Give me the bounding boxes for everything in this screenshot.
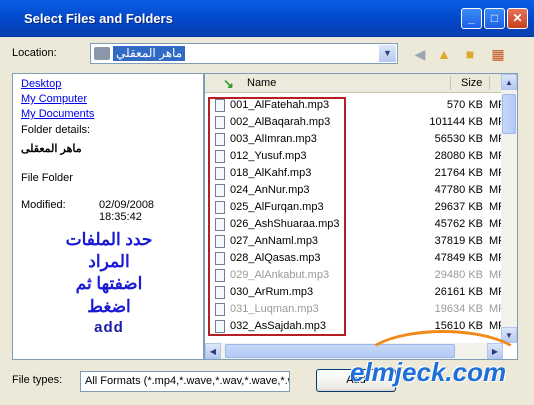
scroll-left-icon[interactable]: ◀ xyxy=(205,343,221,359)
file-size: 570 KB xyxy=(446,99,483,111)
details-modified-time: 18:35:42 xyxy=(99,211,142,223)
vertical-scrollbar[interactable]: ▲ ▼ xyxy=(501,74,517,343)
column-name[interactable]: Name xyxy=(247,77,276,89)
up-folder-icon[interactable]: ▲ xyxy=(434,44,454,64)
details-modified-label: Modified: xyxy=(21,199,66,211)
location-value: ماهر المعقلي xyxy=(113,46,186,61)
scroll-up-icon[interactable]: ▲ xyxy=(501,74,517,90)
file-size: 101144 KB xyxy=(429,116,483,128)
details-heading: Folder details: xyxy=(21,124,91,136)
chevron-down-icon[interactable]: ▼ xyxy=(379,45,396,62)
minimize-button[interactable]: _ xyxy=(461,8,482,29)
places-pane: Desktop My Computer My Documents Folder … xyxy=(12,73,204,360)
column-divider[interactable] xyxy=(450,76,451,90)
sort-arrow-icon[interactable]: ↘ xyxy=(223,76,234,92)
window-title: Select Files and Folders xyxy=(24,11,173,26)
folder-icon xyxy=(94,47,110,60)
new-folder-icon[interactable]: ■ xyxy=(460,44,480,64)
file-size: 28080 KB xyxy=(434,150,483,162)
instruction-line-2: المراد xyxy=(88,252,130,271)
file-size: 29480 KB xyxy=(434,269,483,281)
file-size: 29637 KB xyxy=(434,201,483,213)
instruction-line-4: اضغط xyxy=(87,297,131,316)
close-button[interactable]: ✕ xyxy=(507,8,528,29)
selection-highlight xyxy=(208,97,346,336)
column-divider[interactable] xyxy=(489,76,490,90)
link-desktop[interactable]: Desktop xyxy=(21,78,61,90)
watermark-logo: elmjeck.com xyxy=(350,357,507,387)
details-type: File Folder xyxy=(21,172,73,184)
column-header: ↘ Name Size xyxy=(205,74,503,93)
file-size: 21764 KB xyxy=(434,167,483,179)
instruction-line-5: add xyxy=(94,319,124,336)
file-types-combo[interactable]: All Formats (*.mp4,*.wave,*.wav,*.wave,*… xyxy=(80,371,290,392)
file-size: 47849 KB xyxy=(434,252,483,264)
file-size: 19634 KB xyxy=(434,303,483,315)
back-icon[interactable]: ◀ xyxy=(410,44,430,64)
location-combo[interactable]: ماهر المعقلي ▼ xyxy=(90,43,398,64)
maximize-button[interactable]: □ xyxy=(484,8,505,29)
instruction-line-3: اضفتها ثم xyxy=(75,274,143,293)
file-size: 56530 KB xyxy=(434,133,483,145)
details-folder-name: ماهر المعقلى xyxy=(21,143,82,155)
instruction-line-1: حدد الملفات xyxy=(65,230,153,249)
link-my-documents[interactable]: My Documents xyxy=(21,108,94,120)
scroll-thumb[interactable] xyxy=(502,94,516,134)
details-modified-date: 02/09/2008 xyxy=(99,199,155,211)
file-size: 47780 KB xyxy=(434,184,483,196)
title-bar[interactable]: Select Files and Folders _ □ ✕ xyxy=(0,0,534,37)
link-my-computer[interactable]: My Computer xyxy=(21,93,87,105)
file-size: 45762 KB xyxy=(434,218,483,230)
file-size: 37819 KB xyxy=(434,235,483,247)
file-types-label: File types: xyxy=(12,374,63,386)
file-size: 26161 KB xyxy=(434,286,483,298)
location-label: Location: xyxy=(12,47,57,59)
column-size[interactable]: Size xyxy=(461,77,482,89)
view-menu-icon[interactable]: ▦ xyxy=(488,44,508,64)
